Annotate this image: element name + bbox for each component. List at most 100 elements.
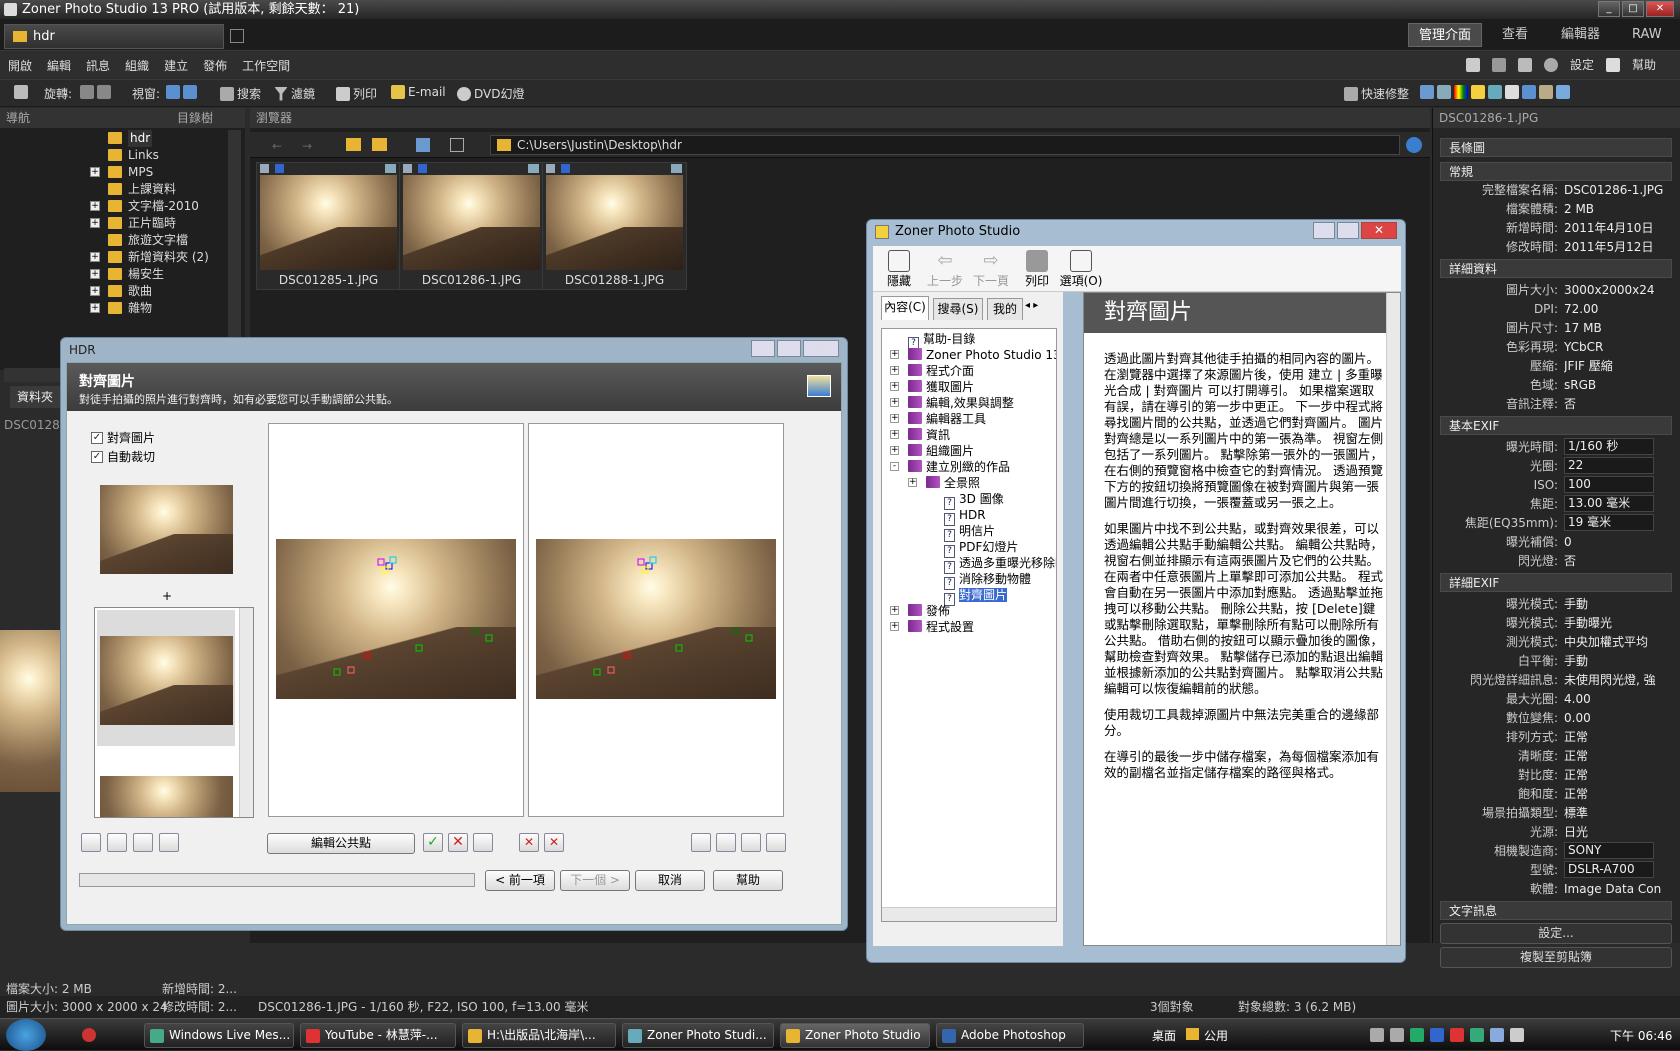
toc-item[interactable]: + 編輯器工具 (890, 411, 986, 427)
print-button[interactable]: 列印 (1015, 248, 1059, 289)
thumbnail-item[interactable]: DSC01286-1.JPG (399, 162, 544, 290)
print-button[interactable]: 列印 (336, 85, 377, 102)
expand-icon[interactable]: + (890, 414, 899, 423)
menu-open[interactable]: 開啟 (8, 57, 32, 74)
mode-manager[interactable]: 管理介面 (1408, 23, 1483, 47)
sort-icon[interactable] (416, 138, 430, 152)
refresh-icon[interactable] (1406, 137, 1422, 153)
minimize-button[interactable]: _ (1313, 222, 1335, 239)
toc-hscroll[interactable] (882, 907, 1056, 921)
settings-link[interactable]: 設定 (1570, 56, 1594, 73)
property-value[interactable]: 22 (1564, 457, 1654, 474)
difference-view-icon[interactable] (766, 833, 786, 852)
common-points-overlay-right[interactable] (536, 539, 776, 699)
overlay-view-icon[interactable] (741, 833, 761, 852)
expand-icon[interactable]: + (890, 606, 899, 615)
folder-item[interactable]: + 楊安生 (0, 266, 240, 283)
image-list-scrollbar[interactable] (239, 608, 253, 817)
toc-item[interactable]: + 全景照 (908, 475, 980, 491)
close-button[interactable]: ✕ (1646, 1, 1674, 17)
options-button[interactable]: 選項(O) (1059, 248, 1103, 289)
forward-button[interactable]: ⇨ 下一頁 (969, 248, 1013, 289)
settings-button[interactable]: 設定... (1440, 923, 1672, 944)
help-button[interactable]: 幫助 (713, 870, 783, 891)
mode-viewer[interactable]: 查看 (1492, 23, 1538, 47)
taskbar-item[interactable]: Zoner Photo Studio (780, 1023, 930, 1048)
doc-tab-hdr[interactable]: hdr (4, 24, 224, 49)
desktop-toolbar[interactable]: 桌面 (1152, 1027, 1176, 1044)
image-list-thumb[interactable] (100, 776, 233, 817)
save-points-icon[interactable]: ✓ (423, 833, 443, 852)
taskbar-item[interactable]: Adobe Photoshop (936, 1023, 1084, 1048)
minimize-button[interactable]: _ (1598, 1, 1620, 17)
expand-icon[interactable]: + (90, 201, 100, 211)
toc-item[interactable]: + Zoner Photo Studio 13 (890, 347, 1056, 363)
cancel-button[interactable]: 取消 (635, 870, 705, 891)
path-input[interactable]: C:\Users\Justin\Desktop\hdr (490, 135, 1400, 155)
expand-icon[interactable]: + (90, 167, 100, 177)
property-value[interactable]: SONY (1564, 842, 1654, 859)
folder-item[interactable]: 旅遊文字檔 (0, 232, 240, 249)
help-icon[interactable] (1606, 57, 1621, 72)
expand-icon[interactable]: + (890, 382, 899, 391)
rotate-left-icon[interactable] (80, 85, 111, 99)
maximize-button[interactable]: □ (1622, 1, 1644, 17)
view-icons[interactable] (166, 85, 197, 99)
menu-edit[interactable]: 編輯 (47, 57, 71, 74)
zoom-in-button[interactable] (81, 833, 101, 852)
expand-icon[interactable]: + (890, 366, 899, 375)
edit-tab-icon[interactable] (230, 29, 244, 43)
tree-dropdown[interactable]: 目錄樹 (177, 108, 213, 128)
copy-clipboard-button[interactable]: 複製至剪貼簿 (1440, 947, 1672, 968)
toc-item[interactable]: + 編輯,效果與調整 (890, 395, 1014, 411)
expand-icon[interactable]: + (890, 398, 899, 407)
help-content-scrollbar[interactable] (1386, 293, 1400, 945)
search-button[interactable]: 搜索 (220, 85, 261, 102)
folder-up-icon[interactable] (346, 138, 361, 151)
tray-icon[interactable] (1430, 1028, 1444, 1042)
mode-raw[interactable]: RAW (1622, 23, 1672, 47)
camera-icon[interactable] (14, 85, 28, 99)
image-icon[interactable] (1466, 57, 1480, 72)
collapse-icon[interactable]: - (890, 462, 899, 471)
folder-item[interactable]: hdr (0, 130, 240, 147)
image-list-thumb[interactable] (100, 636, 233, 725)
actual-size-button[interactable] (159, 833, 179, 852)
tab-favorites[interactable]: 我的 (987, 298, 1023, 320)
expand-icon[interactable]: + (890, 622, 899, 631)
folder-menu-icon[interactable] (372, 138, 387, 151)
property-value[interactable]: 19 毫米 (1564, 514, 1654, 531)
taskbar-item[interactable]: YouTube - 林慧萍-... (300, 1023, 456, 1048)
zoom-out-button[interactable] (107, 833, 127, 852)
taskbar-item[interactable]: Windows Live Mes... (144, 1023, 294, 1048)
autocrop-checkbox[interactable]: ✓ 自動裁切 (91, 448, 155, 465)
toc-item[interactable]: - 建立別緻的作品 (890, 459, 1010, 475)
delete-point-icon[interactable]: ✕ (519, 833, 539, 852)
section-basic-exif[interactable]: 基本EXIF (1440, 416, 1672, 435)
tray-icon[interactable] (1390, 1028, 1404, 1042)
dvd-button[interactable]: DVD幻燈 (457, 85, 524, 102)
folder-item[interactable]: + 正片臨時 (0, 215, 240, 232)
tray-icon[interactable] (1470, 1028, 1484, 1042)
section-details[interactable]: 詳細資料 (1440, 259, 1672, 278)
section-text-info[interactable]: 文字訊息 (1440, 901, 1672, 920)
delete-all-points-icon[interactable]: ✕ (544, 833, 564, 852)
minimize-button[interactable]: _ (751, 340, 775, 357)
back-icon[interactable]: ← (272, 139, 282, 153)
base-image-thumb[interactable] (100, 485, 233, 574)
taskbar-item[interactable]: Zoner Photo Studi... (622, 1023, 774, 1048)
start-button[interactable] (6, 1019, 46, 1051)
menu-workspace[interactable]: 工作空間 (242, 57, 290, 74)
toc-item[interactable]: + 組織圖片 (890, 443, 974, 459)
toc-item[interactable]: ? 消除移動物體 (944, 571, 1031, 590)
property-value[interactable]: 100 (1564, 476, 1654, 493)
folder-item[interactable]: Links (0, 147, 240, 164)
toolbar-right-icons[interactable] (1420, 85, 1570, 99)
help-link[interactable]: 幫助 (1632, 56, 1656, 73)
email-button[interactable]: E-mail (391, 85, 446, 99)
folder-item[interactable]: 上課資料 (0, 181, 240, 198)
toc-item[interactable]: + 程式介面 (890, 363, 974, 379)
tray-app-icon[interactable] (82, 1028, 96, 1042)
common-points-overlay-left[interactable] (276, 539, 516, 699)
toc-item[interactable]: ? 幫助-目錄 (908, 331, 975, 350)
